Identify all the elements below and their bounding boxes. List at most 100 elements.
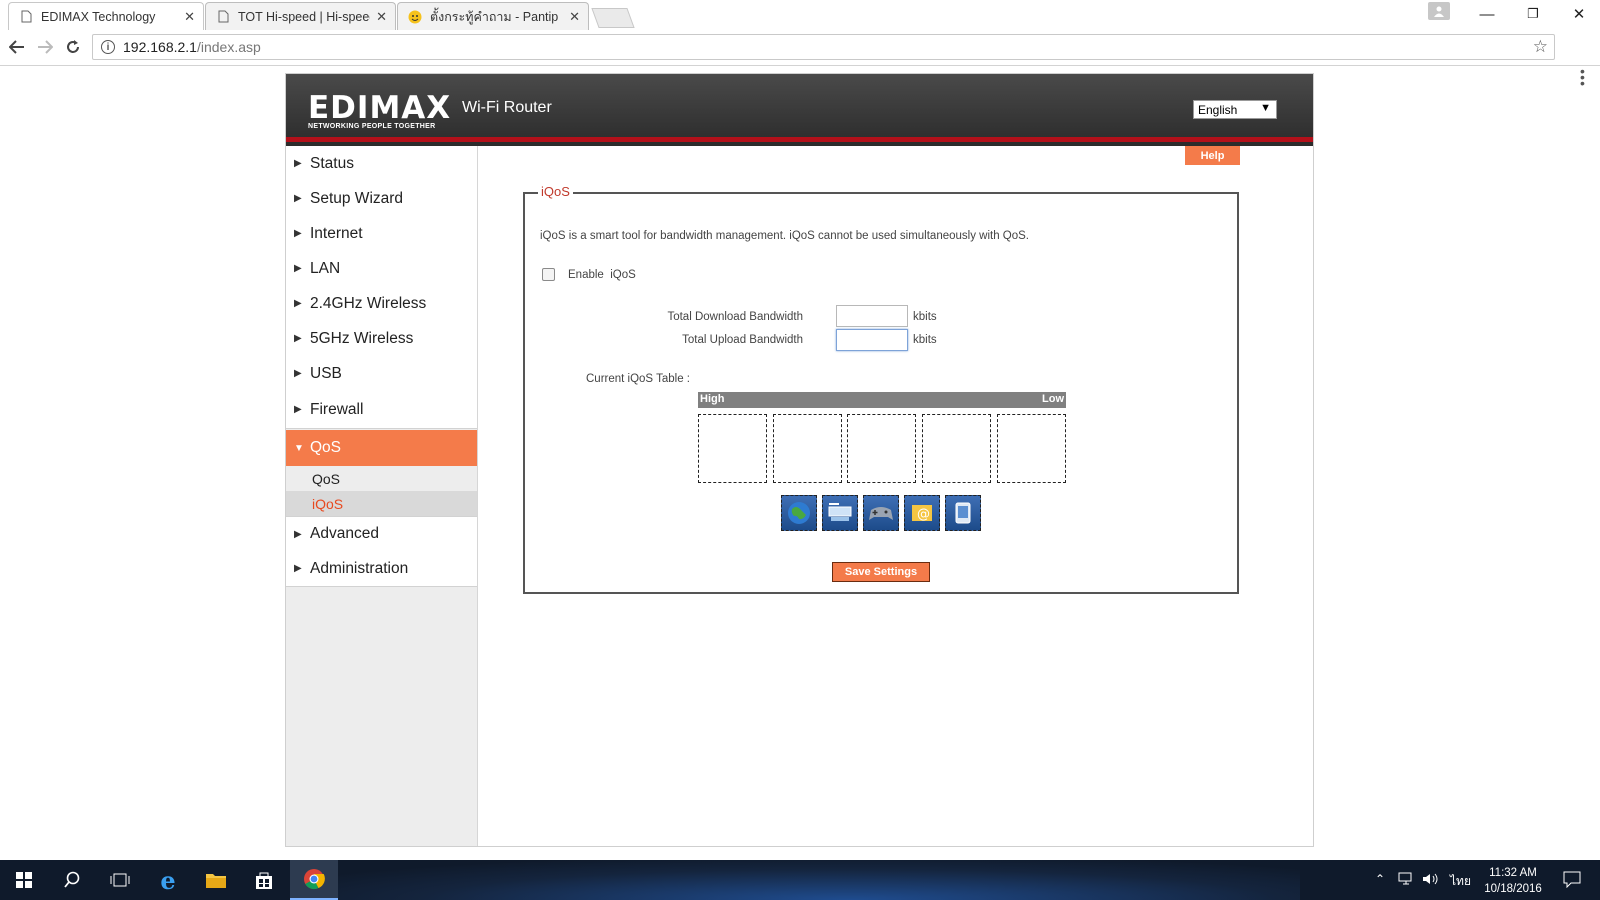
- store-icon[interactable]: [240, 860, 288, 900]
- user-profile-icon[interactable]: [1428, 2, 1450, 20]
- search-icon[interactable]: [48, 860, 96, 900]
- sidebar-item-label: Setup Wizard: [310, 189, 404, 207]
- priority-bar: High Low: [698, 392, 1066, 408]
- tab-edimax[interactable]: EDIMAX Technology ✕: [8, 2, 204, 30]
- edge-browser-icon[interactable]: e: [144, 860, 192, 900]
- language-value: English: [1198, 102, 1238, 117]
- sidebar-item-advanced[interactable]: ▶ Advanced: [286, 516, 477, 552]
- address-bar-row: i 192.168.2.1/index.asp ☆ • • •: [0, 30, 1600, 90]
- sidebar-item-label: Administration: [310, 559, 409, 577]
- save-settings-button[interactable]: Save Settings: [832, 562, 930, 582]
- triangle-right-icon: ▶: [294, 298, 302, 309]
- windows-start-button[interactable]: [0, 860, 48, 900]
- sidebar-item-label: LAN: [310, 259, 341, 277]
- triangle-right-icon: ▶: [294, 404, 302, 415]
- minimize-button[interactable]: —: [1464, 0, 1510, 28]
- sidebar-item-setup-wizard[interactable]: ▶ Setup Wizard: [286, 181, 477, 217]
- smiley-icon: [408, 10, 422, 24]
- file-explorer-icon[interactable]: [192, 860, 240, 900]
- taskbar-clock[interactable]: 11:32 AM 10/18/2016: [1474, 865, 1552, 897]
- sidebar-item-firewall[interactable]: ▶ Firewall: [286, 391, 477, 429]
- notification-center-icon[interactable]: [1563, 870, 1581, 891]
- tab-pantip[interactable]: ตั้งกระทู้คำถาม - Pantip ✕: [397, 2, 589, 30]
- task-view-icon[interactable]: [96, 860, 144, 900]
- close-window-button[interactable]: ✕: [1556, 0, 1600, 28]
- game-controller-icon[interactable]: [863, 495, 899, 531]
- network-icon[interactable]: [1398, 872, 1414, 889]
- sidebar-item-5ghz-wireless[interactable]: ▶ 5GHz Wireless: [286, 321, 477, 357]
- url-host: 192.168.2.1: [123, 39, 197, 55]
- iqos-description: iQoS is a smart tool for bandwidth manag…: [540, 230, 1030, 242]
- close-icon[interactable]: ✕: [569, 9, 580, 25]
- priority-slot-5[interactable]: [997, 414, 1066, 483]
- windows-logo-icon: [16, 872, 32, 888]
- page-icon: [216, 10, 230, 24]
- download-bandwidth-input[interactable]: [836, 305, 908, 327]
- tab-tot[interactable]: TOT Hi-speed | Hi-speed ✕: [205, 2, 396, 30]
- sidebar-item-lan[interactable]: ▶ LAN: [286, 251, 477, 287]
- email-icon[interactable]: @: [904, 495, 940, 531]
- sidebar-subitem-qos[interactable]: QoS: [286, 466, 477, 491]
- input-language-indicator[interactable]: ไทย: [1450, 872, 1471, 891]
- close-icon[interactable]: ✕: [184, 9, 195, 25]
- priority-low-label: Low: [1042, 393, 1064, 405]
- restore-button[interactable]: ❐: [1510, 0, 1556, 28]
- reload-button[interactable]: [61, 35, 85, 59]
- browser-tabstrip: EDIMAX Technology ✕ TOT Hi-speed | Hi-sp…: [0, 0, 1600, 30]
- chrome-taskbar-icon[interactable]: [290, 860, 338, 900]
- url-path: /index.asp: [196, 39, 261, 55]
- sidebar-item-label: QoS: [310, 439, 342, 456]
- sidebar-item-internet[interactable]: ▶ Internet: [286, 216, 477, 252]
- info-icon[interactable]: i: [101, 40, 115, 54]
- panel-legend: iQoS: [538, 184, 573, 199]
- download-bandwidth-label: Total Download Bandwidth: [667, 311, 803, 323]
- sidebar-item-label: 2.4GHz Wireless: [310, 294, 427, 312]
- globe-icon[interactable]: [781, 495, 817, 531]
- mobile-device-icon[interactable]: [945, 495, 981, 531]
- triangle-right-icon: ▶: [294, 193, 302, 204]
- brand-tagline: NETWORKING PEOPLE TOGETHER: [308, 123, 436, 130]
- page-icon: [19, 10, 33, 24]
- forward-button[interactable]: [33, 35, 57, 59]
- close-icon[interactable]: ✕: [376, 9, 387, 25]
- enable-iqos-checkbox[interactable]: [542, 268, 555, 281]
- priority-slot-1[interactable]: [698, 414, 767, 483]
- sidebar-item-24ghz-wireless[interactable]: ▶ 2.4GHz Wireless: [286, 286, 477, 322]
- svg-text:@: @: [917, 507, 930, 522]
- upload-bandwidth-label: Total Upload Bandwidth: [682, 334, 803, 346]
- edimax-logo: EDIMAX NETWORKING PEOPLE TOGETHER: [308, 93, 451, 131]
- upload-bandwidth-input[interactable]: [836, 329, 908, 351]
- new-tab-button[interactable]: [591, 8, 635, 28]
- product-name: Wi-Fi Router: [462, 99, 552, 116]
- sidebar-item-label: Firewall: [310, 400, 364, 418]
- help-button[interactable]: Help: [1185, 146, 1240, 165]
- network-transfer-icon[interactable]: [822, 495, 858, 531]
- back-button[interactable]: [5, 35, 29, 59]
- bookmark-star-icon[interactable]: ☆: [1533, 37, 1548, 57]
- sidebar-item-qos[interactable]: ▼ QoS: [286, 430, 477, 466]
- triangle-down-icon: ▼: [294, 442, 304, 454]
- chevron-up-icon[interactable]: ⌃: [1375, 872, 1385, 886]
- triangle-right-icon: ▶: [294, 528, 302, 540]
- priority-high-label: High: [700, 393, 725, 405]
- browser-menu-icon[interactable]: • • •: [1580, 64, 1586, 90]
- iqos-table-label: Current iQoS Table :: [586, 373, 690, 385]
- triangle-right-icon: ▶: [294, 158, 302, 169]
- sidebar-item-administration[interactable]: ▶ Administration: [286, 551, 477, 587]
- sidebar-item-label: Status: [310, 154, 354, 172]
- router-page: EDIMAX NETWORKING PEOPLE TOGETHER Wi-Fi …: [285, 73, 1314, 847]
- priority-slot-3[interactable]: [847, 414, 916, 483]
- priority-slot-4[interactable]: [922, 414, 991, 483]
- language-select[interactable]: English ▼: [1193, 100, 1277, 119]
- iqos-panel: iQoS iQoS is a smart tool for bandwidth …: [523, 184, 1239, 594]
- url-field[interactable]: i 192.168.2.1/index.asp ☆: [92, 34, 1555, 60]
- sidebar-item-status[interactable]: ▶ Status: [286, 146, 477, 182]
- volume-icon[interactable]: [1422, 872, 1438, 889]
- priority-slot-2[interactable]: [773, 414, 842, 483]
- sidebar-item-usb[interactable]: ▶ USB: [286, 356, 477, 392]
- sidebar-subitem-iqos[interactable]: iQoS: [286, 491, 477, 516]
- windows-taskbar: e ⌃ ไทย 11:32 AM 10/18/2016: [0, 860, 1600, 900]
- tab-title: TOT Hi-speed | Hi-speed: [238, 9, 371, 24]
- forward-arrow-icon: [38, 40, 53, 54]
- enable-iqos-row: Enable iQoS: [542, 268, 636, 281]
